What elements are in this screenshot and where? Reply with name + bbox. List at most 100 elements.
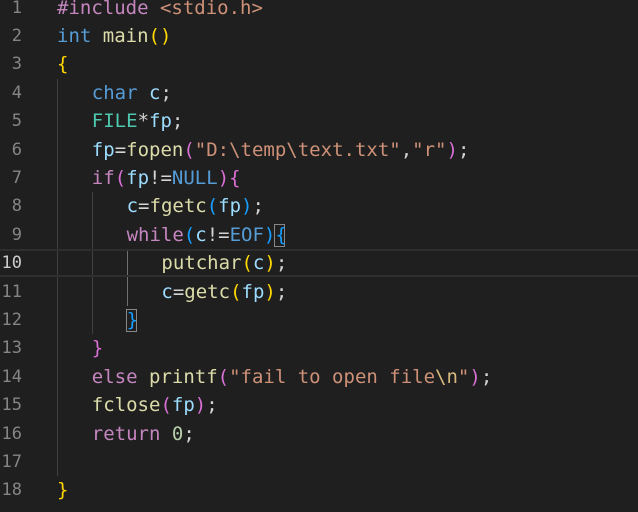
code-token: if — [91, 166, 115, 189]
code-line[interactable]: 14 else printf("fail to open file\n"); — [0, 363, 638, 391]
code-token: != — [149, 166, 172, 189]
code-token: return — [91, 422, 161, 445]
code-token: c — [149, 81, 161, 104]
code-token: ( — [217, 365, 230, 388]
code-token: } — [91, 337, 104, 360]
code-line[interactable]: 10 putchar(c); — [0, 249, 638, 278]
line-number: 15 — [1, 395, 22, 416]
code-token: ( — [160, 394, 172, 417]
code-token: "fail to open file — [229, 365, 436, 388]
code-line[interactable]: 7 if(fp!=NULL){ — [0, 164, 638, 192]
code-token: ) — [194, 394, 207, 417]
code-editor[interactable]: 1 #include <stdio.h> 2 int main() 3{4 char c;… — [0, 0, 638, 512]
code-text: c=fgetc(fp); — [127, 192, 264, 220]
code-token: fgetc — [149, 195, 207, 218]
code-token: fp — [91, 138, 115, 161]
code-token: { — [229, 166, 241, 189]
code-text: } — [127, 306, 138, 334]
line-number: 8 — [11, 196, 22, 217]
code-text: FILE*fp; — [92, 107, 184, 135]
code-line[interactable]: 3{ — [0, 50, 638, 78]
line-number: 9 — [11, 224, 22, 245]
code-token: fclose — [91, 394, 161, 417]
code-text: return 0; — [92, 420, 195, 448]
code-token: EOF — [229, 223, 264, 246]
code-line[interactable]: 11 c=getc(fp); — [0, 278, 638, 306]
code-token: fp — [241, 280, 265, 303]
code-token: ( — [241, 252, 253, 275]
code-token: ; — [160, 81, 172, 104]
code-line[interactable]: 9 while(c!=EOF){ — [0, 221, 638, 249]
code-token: FILE — [91, 110, 138, 133]
code-token: { — [275, 223, 287, 246]
code-line[interactable]: 12} — [0, 306, 638, 334]
code-token: NULL — [171, 166, 218, 189]
code-token: ) — [241, 195, 253, 218]
code-token: ; — [206, 394, 218, 417]
code-line[interactable]: 17 — [0, 448, 638, 476]
code-text: { — [57, 50, 68, 78]
line-number: 14 — [1, 366, 22, 387]
code-token: putchar — [161, 252, 242, 275]
code-token: ) — [446, 138, 458, 161]
code-line[interactable]: 4 char c; — [0, 79, 638, 107]
code-text: fp=fopen("D:\temp\text.txt","r"); — [92, 136, 470, 164]
code-token: " — [457, 365, 470, 388]
code-text: else printf("fail to open file\n"); — [92, 363, 492, 391]
code-token: ( — [183, 138, 195, 161]
code-token: c — [195, 223, 207, 246]
code-token: ) — [264, 280, 276, 303]
code-token: = — [172, 280, 185, 303]
code-line[interactable]: 6 fp=fopen("D:\temp\text.txt","r"); — [0, 136, 638, 164]
code-token: c — [126, 195, 139, 218]
code-token: ; — [480, 365, 493, 388]
code-line[interactable]: 18} — [0, 476, 638, 504]
code-token: } — [57, 479, 69, 502]
line-number: 4 — [11, 82, 22, 103]
code-token: fp — [218, 195, 242, 218]
code-token: "D:\temp\text.txt" — [194, 138, 401, 161]
code-token: = — [114, 138, 127, 161]
code-token: () — [148, 24, 172, 47]
code-token: fp — [149, 110, 172, 133]
code-token: ) — [217, 166, 230, 189]
code-line[interactable]: 15 fclose(fp); — [0, 391, 638, 419]
code-token: ) — [263, 223, 276, 246]
code-line[interactable]: 16 return 0; — [0, 420, 638, 448]
code-text: if(fp!=NULL){ — [92, 164, 241, 192]
line-number: 11 — [1, 281, 22, 302]
line-number: 5 — [11, 111, 22, 132]
line-number: 16 — [1, 423, 22, 444]
code-token: , — [400, 138, 413, 161]
code-token: ( — [183, 223, 196, 246]
line-number: 6 — [11, 139, 22, 160]
code-line[interactable]: 1 #include <stdio.h> — [0, 0, 638, 22]
code-token: ) — [469, 365, 481, 388]
code-token: ; — [275, 252, 288, 275]
code-token: fp — [171, 394, 195, 417]
code-line[interactable]: 8 c=fgetc(fp); — [0, 192, 638, 220]
line-number: 3 — [11, 54, 22, 75]
code-token: 0 — [171, 422, 184, 445]
line-number: 1 — [11, 0, 22, 18]
code-line[interactable]: 5 FILE*fp; — [0, 107, 638, 135]
code-text: } — [92, 334, 103, 362]
line-number: 17 — [1, 451, 22, 472]
code-token: "r" — [412, 138, 447, 161]
code-token: printf — [149, 365, 218, 388]
code-text: char c; — [92, 79, 172, 107]
code-text: #include <stdio.h> — [57, 0, 263, 22]
code-text: c=getc(fp); — [161, 278, 287, 306]
line-number: 7 — [11, 167, 22, 188]
code-token: } — [126, 308, 139, 331]
code-token: fp — [126, 166, 150, 189]
code-text: } — [57, 476, 68, 504]
code-line[interactable]: 13} — [0, 334, 638, 362]
code-token: while — [126, 223, 184, 246]
code-token: != — [206, 223, 230, 246]
code-line[interactable]: 2 int main() — [0, 22, 638, 50]
code-token: main — [102, 24, 149, 47]
